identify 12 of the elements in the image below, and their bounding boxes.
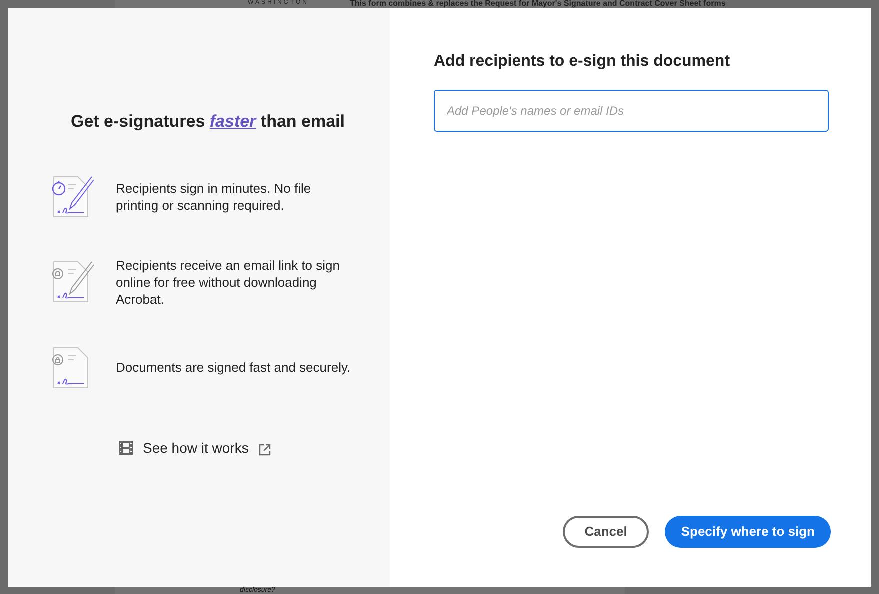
feature-text: Documents are signed fast and securely. <box>116 359 352 376</box>
faster-link[interactable]: faster <box>210 112 256 131</box>
feature-text: Recipients sign in minutes. No file printing or scanning required. <box>116 180 312 214</box>
see-how-it-works-link[interactable]: See how it works <box>143 438 249 458</box>
specify-where-to-sign-button[interactable]: Specify where to sign <box>665 516 831 548</box>
feature-text: Recipients receive an email link to sign online for free without downloading Acrobat. <box>116 256 341 308</box>
film-icon <box>119 441 133 455</box>
document-notice: This form combines & replaces the Request for Mayor's Signature and Contract Cover Sheet forms <box>350 0 726 8</box>
recipients-title: Add recipients to e-sign this document <box>434 52 732 72</box>
promo-heading: Get e-signatures faster than email <box>70 111 346 133</box>
external-link-icon <box>258 444 271 456</box>
cancel-button[interactable]: Cancel <box>562 516 650 548</box>
